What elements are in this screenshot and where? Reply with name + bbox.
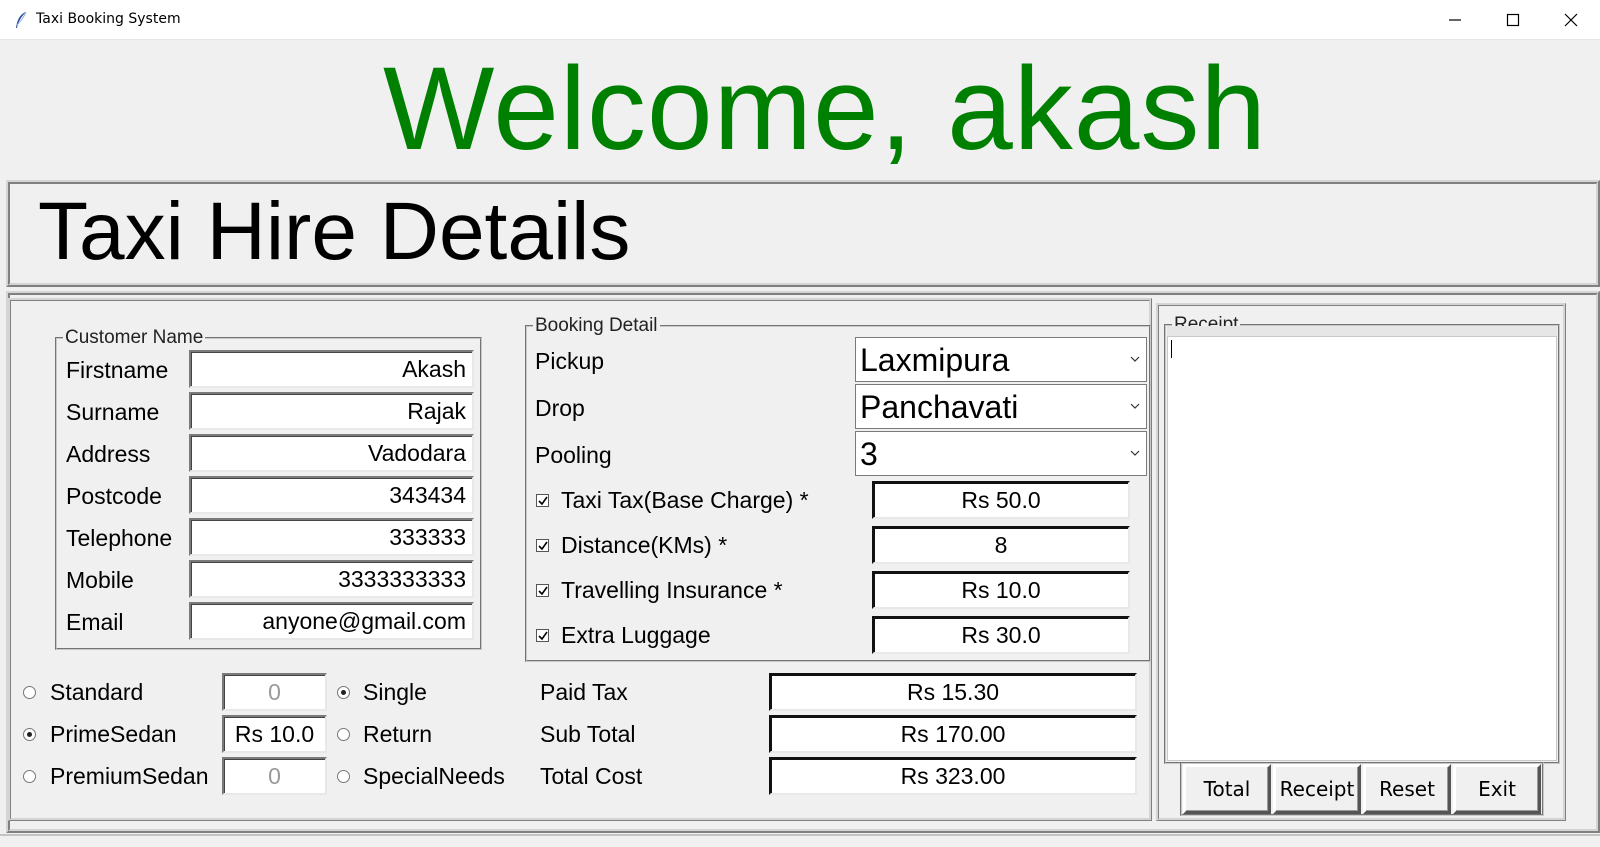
drop-label: Drop xyxy=(535,395,585,421)
sub-total-label: Sub Total xyxy=(540,721,636,747)
distance-checkbox[interactable] xyxy=(536,539,549,552)
pooling-value: 3 xyxy=(860,436,878,472)
extra-luggage-input[interactable]: Rs 30.0 xyxy=(872,616,1130,654)
pooling-select[interactable]: 3 xyxy=(855,431,1147,476)
maximize-icon xyxy=(1506,13,1520,27)
total-button[interactable]: Total xyxy=(1183,764,1271,814)
minimize-button[interactable] xyxy=(1426,0,1484,40)
window-title: Taxi Booking System xyxy=(36,11,181,27)
drop-value: Panchavati xyxy=(860,389,1019,425)
mobile-input[interactable]: 3333333333 xyxy=(189,560,474,598)
checkmark-icon xyxy=(538,496,548,506)
postcode-label: Postcode xyxy=(66,483,162,509)
sub-total-input[interactable]: Rs 170.00 xyxy=(769,715,1137,753)
address-input[interactable]: Vadodara xyxy=(189,434,474,472)
maximize-button[interactable] xyxy=(1484,0,1542,40)
premiumsedan-value-input[interactable]: 0 xyxy=(222,757,327,795)
checkmark-icon xyxy=(538,541,548,551)
primesedan-radio[interactable] xyxy=(23,728,36,741)
total-cost-label: Total Cost xyxy=(540,763,643,789)
surname-input[interactable]: Rajak xyxy=(189,392,474,430)
paid-tax-label: Paid Tax xyxy=(540,679,628,705)
travelling-insurance-input[interactable]: Rs 10.0 xyxy=(872,571,1130,609)
receipt-textarea[interactable] xyxy=(1167,336,1557,761)
exit-button[interactable]: Exit xyxy=(1453,764,1541,814)
primesedan-value-input[interactable]: Rs 10.0 xyxy=(222,715,327,753)
email-input[interactable]: anyone@gmail.com xyxy=(189,602,474,640)
specialneeds-radio[interactable] xyxy=(337,770,350,783)
welcome-text: Welcome, akash xyxy=(382,43,1268,175)
distance-label: Distance(KMs) * xyxy=(561,532,728,558)
feather-icon xyxy=(16,11,27,28)
distance-input[interactable]: 8 xyxy=(872,526,1130,564)
premiumsedan-radio[interactable] xyxy=(23,770,36,783)
standard-label: Standard xyxy=(50,679,144,705)
page-title: Taxi Hire Details xyxy=(38,186,631,277)
close-icon xyxy=(1564,13,1578,27)
pooling-label: Pooling xyxy=(535,442,612,468)
standard-radio[interactable] xyxy=(23,686,36,699)
chevron-down-icon xyxy=(1130,403,1140,409)
welcome-banner: Welcome, akash xyxy=(0,40,1600,178)
pickup-select[interactable]: Laxmipura xyxy=(855,337,1147,382)
total-cost-input[interactable]: Rs 323.00 xyxy=(769,757,1137,795)
extra-luggage-label: Extra Luggage xyxy=(561,622,711,648)
premiumsedan-label: PremiumSedan xyxy=(50,763,209,789)
return-label: Return xyxy=(363,721,433,747)
taxi-tax-checkbox[interactable] xyxy=(536,494,549,507)
postcode-input[interactable]: 343434 xyxy=(189,476,474,514)
firstname-label: Firstname xyxy=(66,357,169,383)
telephone-input[interactable]: 333333 xyxy=(189,518,474,556)
minimize-icon xyxy=(1449,19,1461,21)
single-radio[interactable] xyxy=(337,686,350,699)
checkmark-icon xyxy=(538,631,548,641)
booking-detail-legend: Booking Detail xyxy=(533,315,660,336)
customer-name-legend: Customer Name xyxy=(63,327,206,348)
receipt-button[interactable]: Receipt xyxy=(1273,764,1361,814)
email-label: Email xyxy=(66,609,124,635)
pickup-label: Pickup xyxy=(535,348,605,374)
travelling-insurance-label: Travelling Insurance * xyxy=(561,577,783,603)
extra-luggage-checkbox[interactable] xyxy=(536,629,549,642)
firstname-input[interactable]: Akash xyxy=(189,350,474,388)
return-radio[interactable] xyxy=(337,728,350,741)
single-label: Single xyxy=(363,679,427,705)
header-frame: Taxi Hire Details xyxy=(6,180,1600,287)
reset-button[interactable]: Reset xyxy=(1363,764,1451,814)
chevron-down-icon xyxy=(1130,356,1140,362)
drop-select[interactable]: Panchavati xyxy=(855,384,1147,429)
surname-label: Surname xyxy=(66,399,160,425)
address-label: Address xyxy=(66,441,151,467)
telephone-label: Telephone xyxy=(66,525,173,551)
paid-tax-input[interactable]: Rs 15.30 xyxy=(769,673,1137,711)
title-bar: Taxi Booking System xyxy=(0,0,1600,40)
checkmark-icon xyxy=(538,586,548,596)
text-cursor xyxy=(1171,340,1172,358)
taxi-tax-label: Taxi Tax(Base Charge) * xyxy=(561,487,809,513)
bottom-border xyxy=(0,834,1600,847)
standard-value-input[interactable]: 0 xyxy=(222,673,327,711)
travelling-insurance-checkbox[interactable] xyxy=(536,584,549,597)
mobile-label: Mobile xyxy=(66,567,134,593)
specialneeds-label: SpecialNeeds xyxy=(363,763,505,789)
primesedan-label: PrimeSedan xyxy=(50,721,177,747)
close-button[interactable] xyxy=(1542,0,1600,40)
receipt-header-band xyxy=(1167,326,1557,336)
chevron-down-icon xyxy=(1130,450,1140,456)
taxi-tax-input[interactable]: Rs 50.0 xyxy=(872,481,1130,519)
pickup-value: Laxmipura xyxy=(860,342,1010,378)
